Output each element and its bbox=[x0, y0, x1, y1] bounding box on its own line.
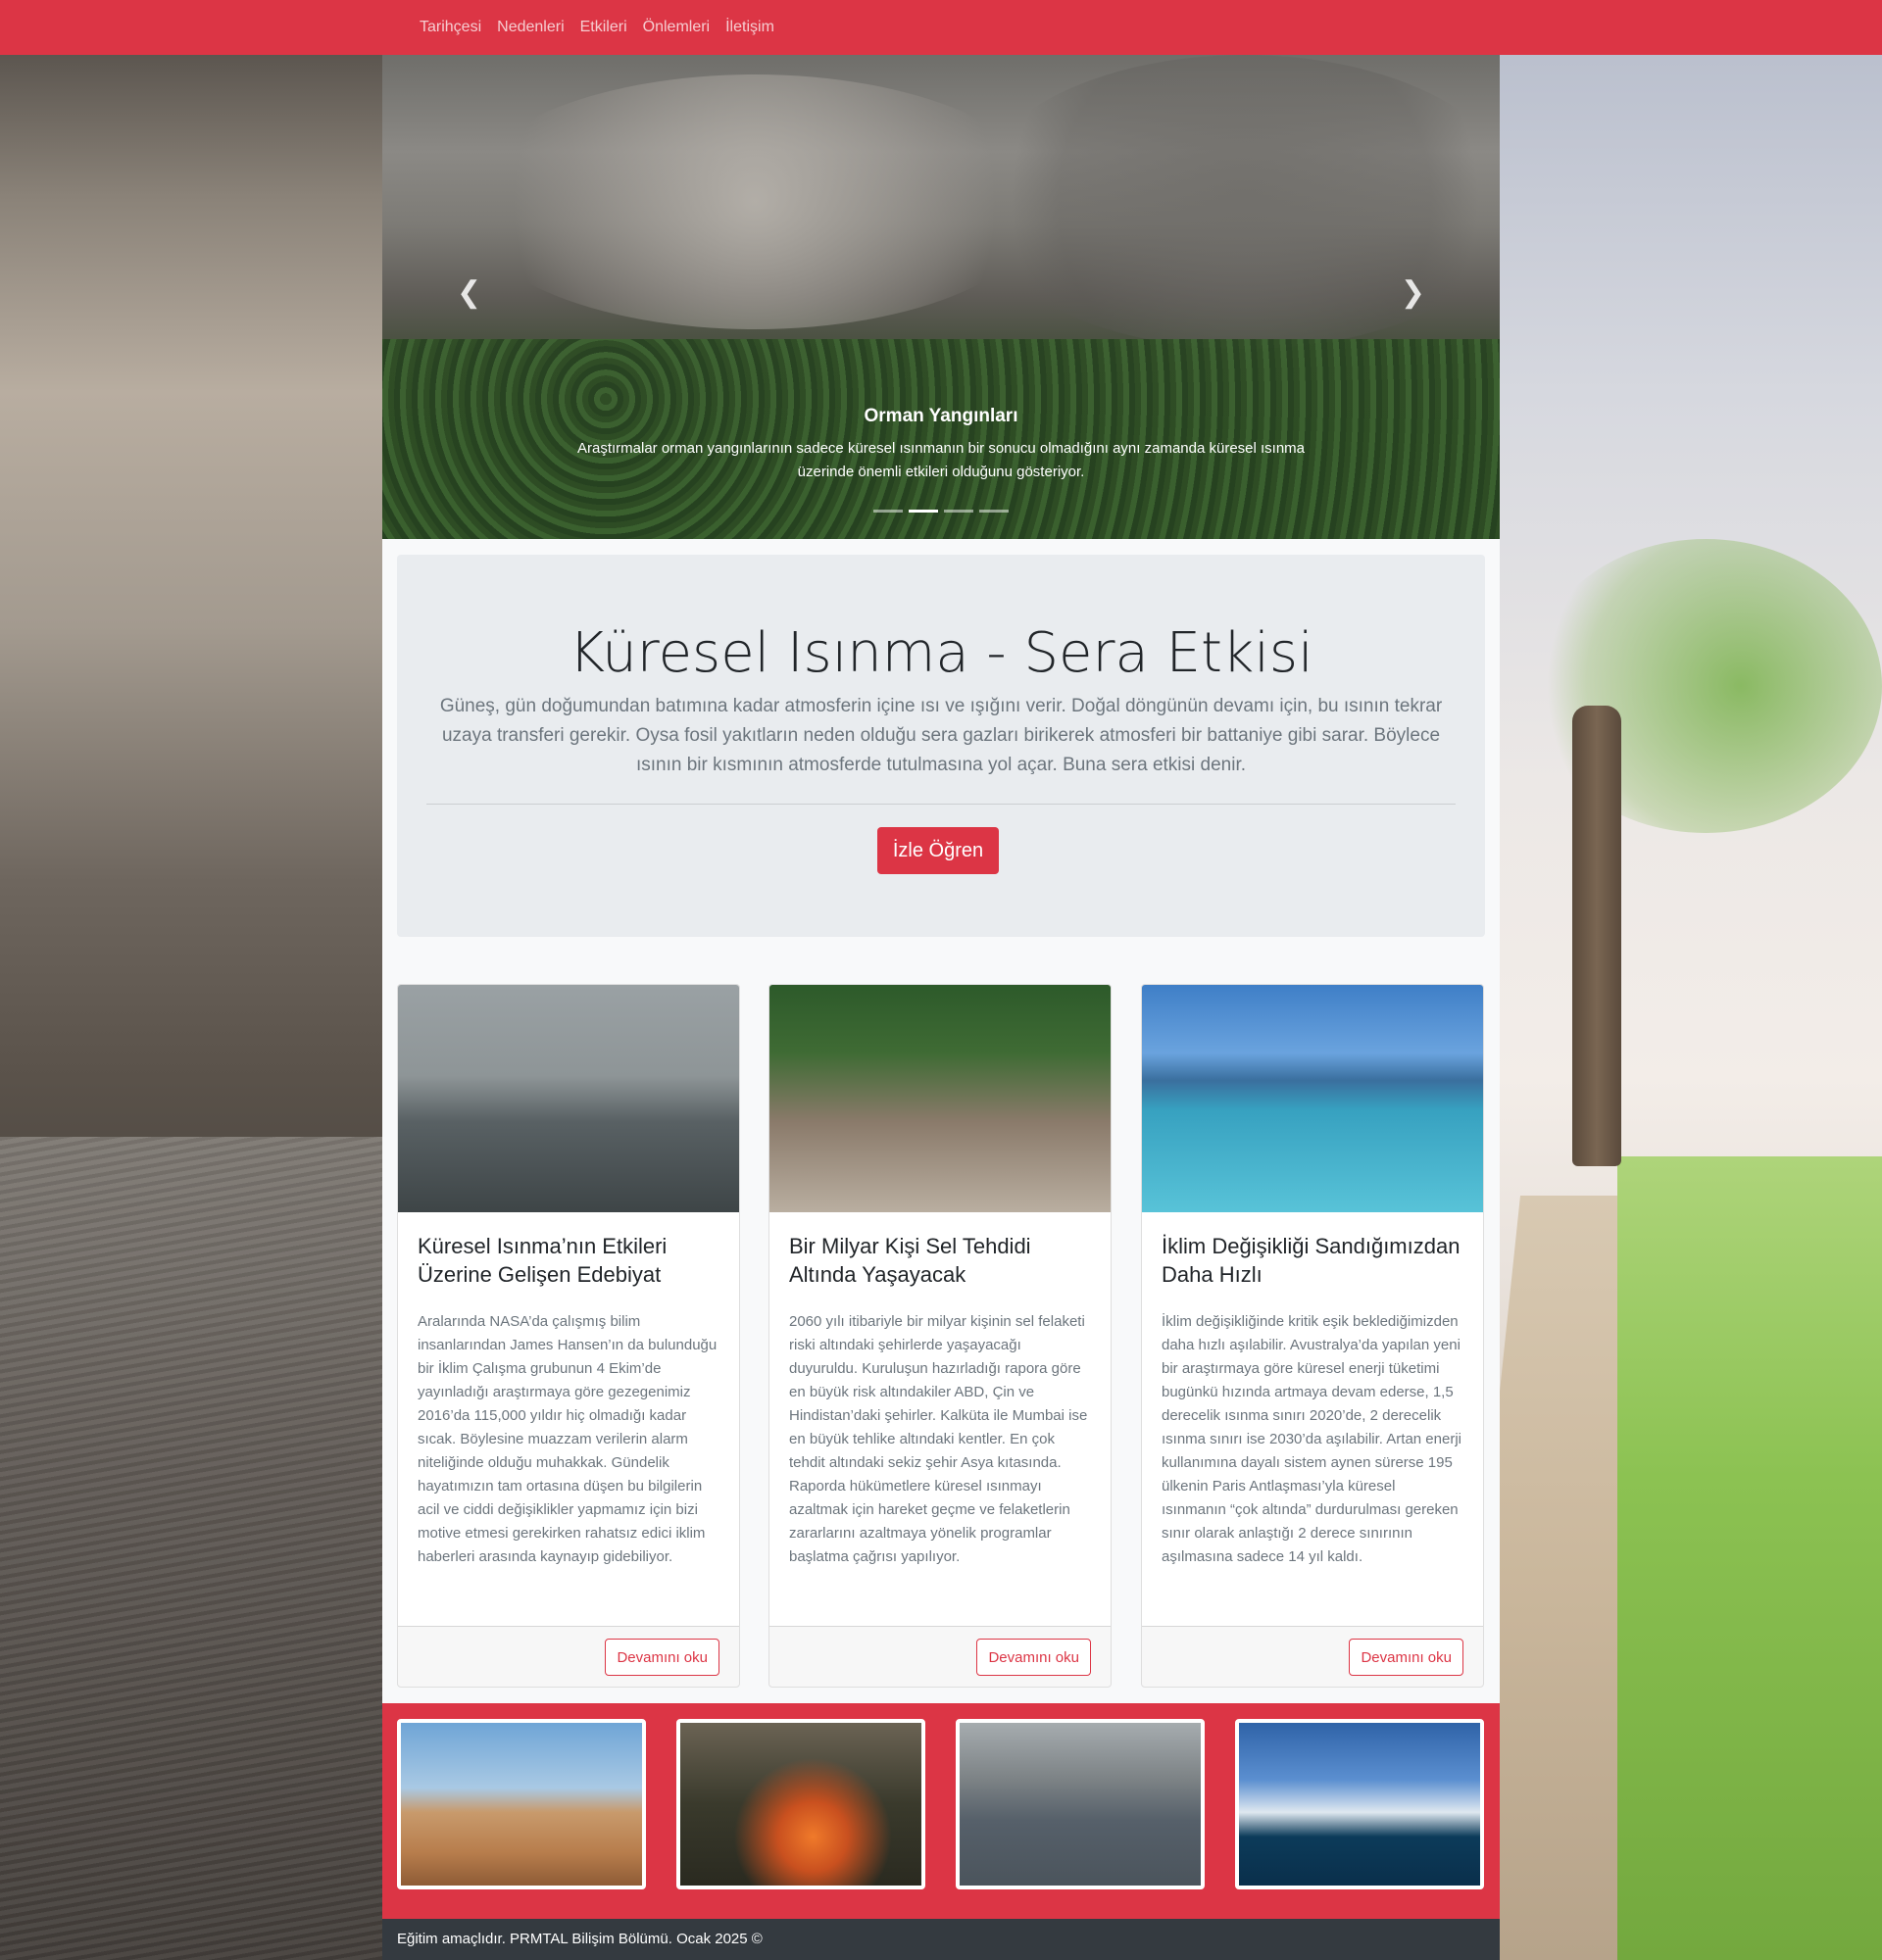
card-title: İklim Değişikliği Sandığımızdan Daha Hız… bbox=[1162, 1234, 1461, 1287]
carousel-indicator-4[interactable] bbox=[979, 510, 1009, 513]
card-footer: Devamını oku bbox=[769, 1626, 1111, 1687]
chevron-left-icon[interactable]: ❮ bbox=[457, 275, 481, 310]
gallery-image-flood-child[interactable] bbox=[956, 1719, 1205, 1889]
read-more-button[interactable]: Devamını oku bbox=[605, 1639, 719, 1676]
gallery-image-polar-bear[interactable] bbox=[1235, 1719, 1484, 1889]
nav-link-effects[interactable]: Etkileri bbox=[580, 19, 627, 36]
watch-learn-button[interactable]: İzle Öğren bbox=[877, 827, 999, 874]
card-body: İklim Değişikliği Sandığımızdan Daha Hız… bbox=[1142, 1212, 1483, 1589]
carousel-indicator-3[interactable] bbox=[944, 510, 973, 513]
carousel-indicator-2[interactable] bbox=[909, 510, 938, 513]
card-image-flood bbox=[769, 985, 1111, 1212]
gallery-image-wildfire[interactable] bbox=[676, 1719, 925, 1889]
carousel-indicators bbox=[382, 510, 1500, 513]
carousel-image-smoke bbox=[461, 74, 1049, 329]
navbar: Tarihçesi Nedenleri Etkileri Önlemleri İ… bbox=[0, 0, 1882, 55]
nav-link-contact[interactable]: İletişim bbox=[725, 19, 774, 36]
carousel-caption-title: Orman Yangınları bbox=[864, 406, 1018, 426]
card-body: Bir Milyar Kişi Sel Tehdidi Altında Yaşa… bbox=[769, 1212, 1111, 1589]
carousel-caption: Orman Yangınları Araştırmalar orman yang… bbox=[549, 406, 1333, 484]
image-gallery bbox=[382, 1703, 1500, 1919]
card-text: İklim değişikliğinde kritik eşik bekledi… bbox=[1162, 1313, 1461, 1565]
chevron-right-icon[interactable]: ❯ bbox=[1401, 275, 1425, 310]
jumbotron-title: Küresel Isınma - Sera Etkisi bbox=[569, 621, 1313, 685]
card-image-melting-ice bbox=[1142, 985, 1483, 1212]
nav-links: Tarihçesi Nedenleri Etkileri Önlemleri İ… bbox=[420, 0, 790, 55]
card-title: Bir Milyar Kişi Sel Tehdidi Altında Yaşa… bbox=[789, 1234, 1031, 1287]
card-footer: Devamını oku bbox=[398, 1626, 739, 1687]
read-more-button[interactable]: Devamını oku bbox=[1349, 1639, 1463, 1676]
card-climate-change: İklim Değişikliği Sandığımızdan Daha Hız… bbox=[1141, 984, 1484, 1688]
card-body: Küresel Isınma’nın Etkileri Üzerine Geli… bbox=[398, 1212, 739, 1589]
background-tree-trunk bbox=[1572, 706, 1621, 1166]
background-grass bbox=[1617, 1156, 1882, 1960]
card-image-storm bbox=[398, 985, 739, 1212]
card-footer: Devamını oku bbox=[1142, 1626, 1483, 1687]
main-container: ❮ ❯ Orman Yangınları Araştırmalar orman … bbox=[382, 55, 1500, 1960]
card-text: Aralarında NASA’da çalışmış bilim insanl… bbox=[418, 1313, 718, 1565]
card-title: Küresel Isınma’nın Etkileri Üzerine Geli… bbox=[418, 1234, 668, 1287]
nav-link-history[interactable]: Tarihçesi bbox=[420, 19, 481, 36]
card-flood: Bir Milyar Kişi Sel Tehdidi Altında Yaşa… bbox=[768, 984, 1112, 1688]
footer-text: Eğitim amaçlıdır. PRMTAL Bilişim Bölümü.… bbox=[397, 1931, 763, 1947]
carousel: ❮ ❯ Orman Yangınları Araştırmalar orman … bbox=[382, 55, 1500, 539]
footer: Eğitim amaçlıdır. PRMTAL Bilişim Bölümü.… bbox=[382, 1919, 1500, 1960]
nav-link-causes[interactable]: Nedenleri bbox=[497, 19, 564, 36]
card-literature: Küresel Isınma’nın Etkileri Üzerine Geli… bbox=[397, 984, 740, 1688]
carousel-caption-text: Araştırmalar orman yangınlarının sadece … bbox=[576, 440, 1306, 480]
read-more-button[interactable]: Devamını oku bbox=[976, 1639, 1091, 1676]
card-text: 2060 yılı itibariyle bir milyar kişinin … bbox=[789, 1313, 1088, 1565]
carousel-indicator-1[interactable] bbox=[873, 510, 903, 513]
gallery-image-drought[interactable] bbox=[397, 1719, 646, 1889]
jumbotron: Küresel Isınma - Sera Etkisi Güneş, gün … bbox=[397, 555, 1485, 937]
nav-link-precautions[interactable]: Önlemleri bbox=[643, 19, 710, 36]
jumbotron-divider bbox=[426, 804, 1456, 805]
jumbotron-lead: Güneş, gün doğumundan batımına kadar atm… bbox=[439, 696, 1443, 775]
